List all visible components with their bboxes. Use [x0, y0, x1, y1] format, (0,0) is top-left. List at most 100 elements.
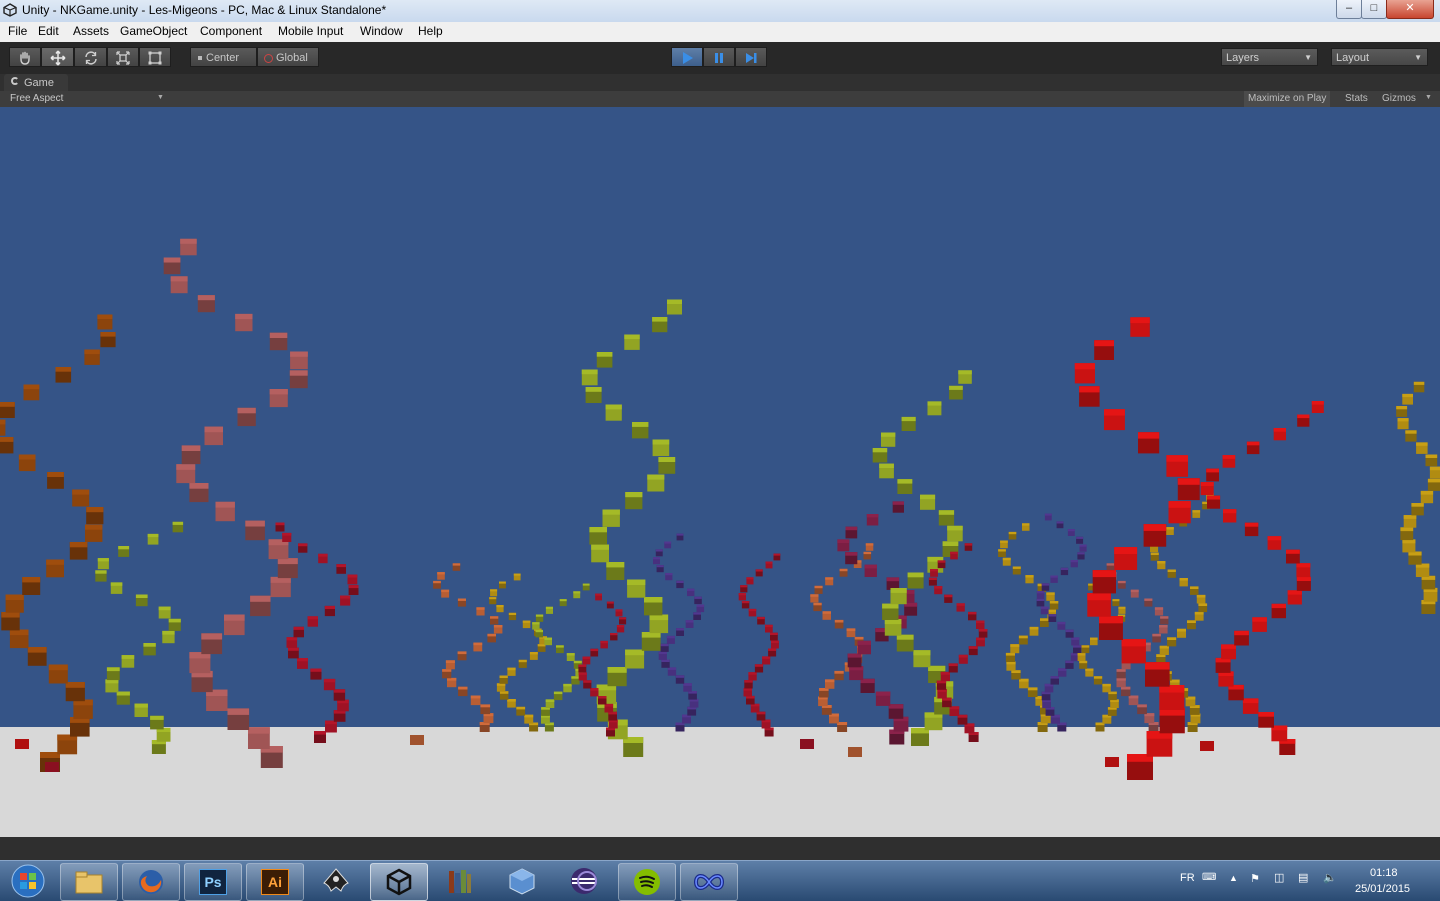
taskbar-spotify[interactable]: [618, 863, 676, 901]
clock-date[interactable]: 25/01/2015: [1355, 883, 1410, 895]
voxel-block-highlight: [172, 521, 184, 525]
voxel-block-highlight: [1167, 637, 1177, 640]
taskbar-books[interactable]: [432, 863, 488, 899]
voxel-block-highlight: [1046, 592, 1055, 595]
tray-expand-icon[interactable]: ▲: [1229, 873, 1238, 883]
voxel-block-highlight: [773, 553, 781, 556]
voxel-block-highlight: [890, 588, 907, 593]
voxel-block-highlight: [535, 629, 543, 633]
voxel-block-highlight: [1187, 620, 1196, 623]
voxel-block-highlight: [1397, 418, 1409, 422]
inkscape-icon: [323, 868, 349, 892]
move-tool-button[interactable]: [41, 47, 74, 67]
taskbar-firefox[interactable]: [122, 863, 180, 901]
keyboard-icon[interactable]: ⌨: [1202, 872, 1216, 883]
taskbar-virtualbox[interactable]: [494, 863, 550, 899]
taskbar-unity[interactable]: [370, 863, 428, 901]
voxel-block-highlight: [606, 601, 614, 604]
rect-tool-button[interactable]: [139, 47, 171, 67]
play-icon: [683, 52, 693, 64]
chevron-down-icon: ▼: [1304, 53, 1312, 62]
pause-button[interactable]: [703, 47, 735, 67]
voxel-block-highlight: [676, 533, 684, 536]
voxel-block-highlight: [1077, 552, 1085, 555]
voxel-block-highlight: [1079, 660, 1088, 664]
voxel-block-highlight: [1093, 676, 1103, 679]
pivot-center-toggle[interactable]: Center: [190, 47, 257, 67]
voxel-block-highlight: [1130, 589, 1139, 593]
taskbar-explorer[interactable]: [60, 863, 118, 901]
voxel-block-highlight: [158, 606, 171, 611]
start-button[interactable]: [0, 863, 56, 899]
voxel-block-highlight: [197, 295, 215, 301]
language-indicator[interactable]: FR: [1180, 872, 1195, 884]
voxel-block-highlight: [1403, 515, 1417, 519]
menu-assets[interactable]: Assets: [73, 24, 109, 38]
voxel-block-highlight: [958, 370, 972, 375]
voxel-block-highlight: [544, 637, 552, 640]
voxel-block-highlight: [85, 524, 103, 530]
voxel-block-highlight: [864, 564, 877, 569]
hand-tool-button[interactable]: [9, 47, 41, 67]
menu-file[interactable]: File: [8, 24, 27, 38]
taskbar-infinity[interactable]: [680, 863, 738, 901]
minimize-button[interactable]: –: [1336, 0, 1362, 19]
voxel-block-highlight: [537, 644, 546, 647]
voxel-block-highlight: [886, 577, 900, 582]
gizmos-dropdown[interactable]: Gizmos: [1378, 91, 1420, 107]
scale-tool-button[interactable]: [107, 47, 139, 67]
game-viewport[interactable]: [0, 107, 1440, 837]
voxel-block-highlight: [563, 683, 572, 687]
step-button[interactable]: [735, 47, 767, 67]
maximize-button[interactable]: □: [1361, 0, 1387, 19]
voxel-block-highlight: [293, 626, 304, 630]
voxel-block-highlight: [1411, 503, 1424, 507]
voxel-block-highlight: [1090, 637, 1098, 640]
network-icon[interactable]: ▤: [1298, 871, 1308, 884]
taskbar-inkscape[interactable]: [308, 863, 364, 899]
clock-time[interactable]: 01:18: [1370, 867, 1398, 879]
taskbar-eclipse[interactable]: [556, 863, 612, 899]
menu-help[interactable]: Help: [418, 24, 443, 38]
voxel-block-highlight: [595, 593, 602, 596]
menu-edit[interactable]: Edit: [38, 24, 59, 38]
stats-toggle[interactable]: Stats: [1341, 91, 1372, 107]
device-icon[interactable]: ◫: [1274, 871, 1284, 884]
layers-dropdown[interactable]: Layers ▼: [1221, 48, 1318, 66]
menu-component[interactable]: Component: [200, 24, 262, 38]
voxel-block-highlight: [1065, 629, 1074, 633]
voxel-block-highlight: [1167, 569, 1176, 572]
aspect-dropdown[interactable]: Free Aspect: [10, 93, 63, 104]
taskbar-photoshop[interactable]: Ps: [184, 863, 242, 901]
voxel-block-highlight: [581, 369, 598, 375]
voxel-block-highlight: [590, 648, 599, 652]
maximize-on-play-toggle[interactable]: Maximize on Play: [1244, 91, 1331, 107]
taskbar-illustrator[interactable]: Ai: [246, 863, 304, 901]
play-button[interactable]: [671, 47, 703, 67]
voxel-block-highlight: [493, 625, 503, 628]
menu-mobile-input[interactable]: Mobile Input: [278, 24, 343, 38]
rotate-tool-button[interactable]: [74, 47, 107, 67]
action-center-icon[interactable]: ⚑: [1250, 872, 1260, 885]
tab-game[interactable]: Game: [4, 74, 68, 91]
voxel-block-highlight: [1112, 599, 1120, 602]
voxel-block-highlight: [336, 564, 346, 568]
voxel-block-highlight: [0, 419, 6, 425]
voxel-block-highlight: [1081, 645, 1090, 648]
voxel-block-highlight: [748, 608, 757, 612]
voxel-block-highlight: [95, 570, 107, 574]
space-global-toggle[interactable]: Global: [257, 47, 319, 67]
voxel-block-highlight: [938, 510, 955, 515]
volume-icon[interactable]: 🔈: [1323, 871, 1337, 884]
menu-window[interactable]: Window: [360, 24, 403, 38]
voxel-block-highlight: [290, 351, 308, 357]
menu-gameobject[interactable]: GameObject: [120, 24, 187, 38]
voxel-block-highlight: [888, 704, 904, 709]
voxel-block-highlight: [666, 635, 675, 639]
voxel-block-highlight: [1130, 317, 1150, 324]
close-button[interactable]: ✕: [1386, 0, 1434, 19]
voxel-block-highlight: [583, 680, 592, 683]
voxel-block-highlight: [72, 489, 90, 495]
layout-dropdown[interactable]: Layout ▼: [1331, 48, 1428, 66]
voxel-block-highlight: [839, 568, 848, 572]
